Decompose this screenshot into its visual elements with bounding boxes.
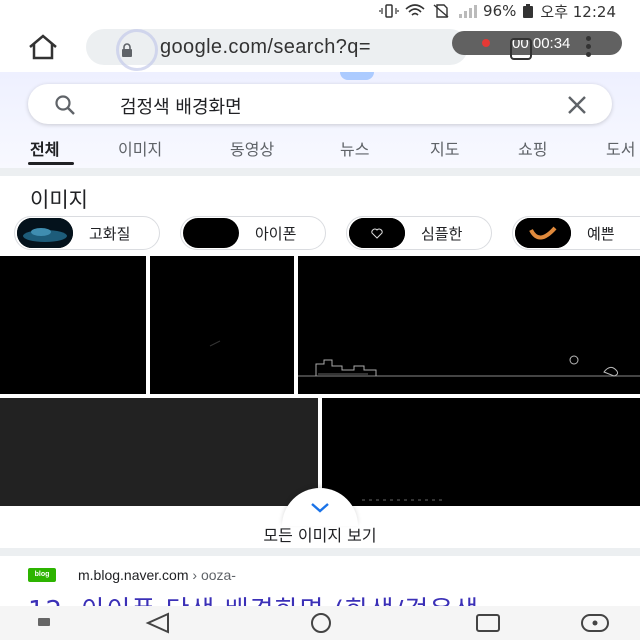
home-icon[interactable] [26,34,60,60]
back-icon[interactable] [144,612,172,634]
image-filter-chips: 고화질 아이폰 심플한 예쁜 [14,216,640,252]
chip-hd[interactable]: 고화질 [14,216,160,250]
chip-simple[interactable]: 심플한 [346,216,492,250]
nav-extra-icon[interactable] [38,618,50,626]
chip-iphone[interactable]: 아이폰 [180,216,326,250]
chip-label: 심플한 [421,224,463,243]
tab-images[interactable]: 이미지 [118,136,162,160]
result-site: m.blog.naver.com [78,567,189,583]
recording-timer: 00:00:34 [452,31,622,55]
chip-pretty[interactable]: 예쁜 [512,216,640,250]
search-icon[interactable] [54,94,76,116]
record-dot-icon [482,39,490,47]
chip-thumbnail [349,218,405,248]
view-all-images-link[interactable]: 모든 이미지 보기 [0,522,640,546]
section-divider [0,548,640,556]
search-result: blog m.blog.naver.com › ooza- 12. 아이폰 단색… [0,556,640,606]
site-favicon-icon: blog [28,568,56,582]
image-results-grid [0,256,640,506]
tab-books[interactable]: 도서 [606,136,635,160]
vibrate-icon [379,4,399,18]
recent-apps-icon[interactable] [474,612,502,634]
url-text[interactable]: google.com/search?q= [160,36,371,59]
image-result[interactable] [0,256,146,394]
search-input[interactable]: 검정색 배경화면 [28,84,612,124]
images-section-title: 이미지 [30,188,88,212]
result-title-link[interactable]: 12. 아이폰 단색 배경화면 (화색/검은색 [28,590,479,606]
image-result[interactable] [0,398,318,506]
phone-screen: 96% 오후 12:24 google.com/search?q= 00:00:… [0,0,640,640]
browser-toolbar: google.com/search?q= 00:00:34 [0,22,640,72]
chip-thumbnail [17,218,73,248]
doodle-icon [340,72,374,80]
active-tab-indicator [28,162,74,165]
lock-icon[interactable] [120,42,134,57]
no-sim-icon [431,4,451,18]
home-circle-icon[interactable] [306,612,336,634]
battery-percent: 96% [483,2,517,20]
section-divider [0,168,640,176]
tab-videos[interactable]: 동영상 [230,136,274,160]
chip-thumbnail [183,218,239,248]
menu-dots-icon[interactable] [586,36,592,60]
chevron-down-icon [311,503,329,513]
search-tabs: 전체 이미지 동영상 뉴스 지도 쇼핑 도서 [0,134,640,165]
clear-icon[interactable] [566,94,588,116]
search-header: 검정색 배경화면 전체 이미지 동영상 뉴스 지도 쇼핑 도서 [0,72,640,168]
tab-all[interactable]: 전체 [30,136,59,160]
clock: 오후 12:24 [540,2,616,21]
tab-news[interactable]: 뉴스 [340,136,369,160]
image-result[interactable] [298,256,640,394]
search-query[interactable]: 검정색 배경화면 [120,93,242,119]
keyboard-toggle-icon[interactable] [580,612,610,634]
tab-maps[interactable]: 지도 [430,136,459,160]
image-result[interactable] [150,256,294,394]
android-nav-bar [0,606,640,640]
chip-label: 고화질 [89,224,131,243]
status-bar: 96% 오후 12:24 [0,0,640,22]
battery-icon [522,4,534,18]
signal-icon [457,4,478,18]
tab-shopping[interactable]: 쇼핑 [518,136,547,160]
tab-switcher-icon[interactable] [510,38,532,60]
result-url[interactable]: m.blog.naver.com › ooza- [78,567,236,583]
image-result[interactable] [322,398,640,506]
chip-label: 아이폰 [255,224,297,243]
result-path: › ooza- [188,567,236,583]
chip-label: 예쁜 [587,224,615,243]
wifi-icon [405,4,425,18]
chip-thumbnail [515,218,571,248]
